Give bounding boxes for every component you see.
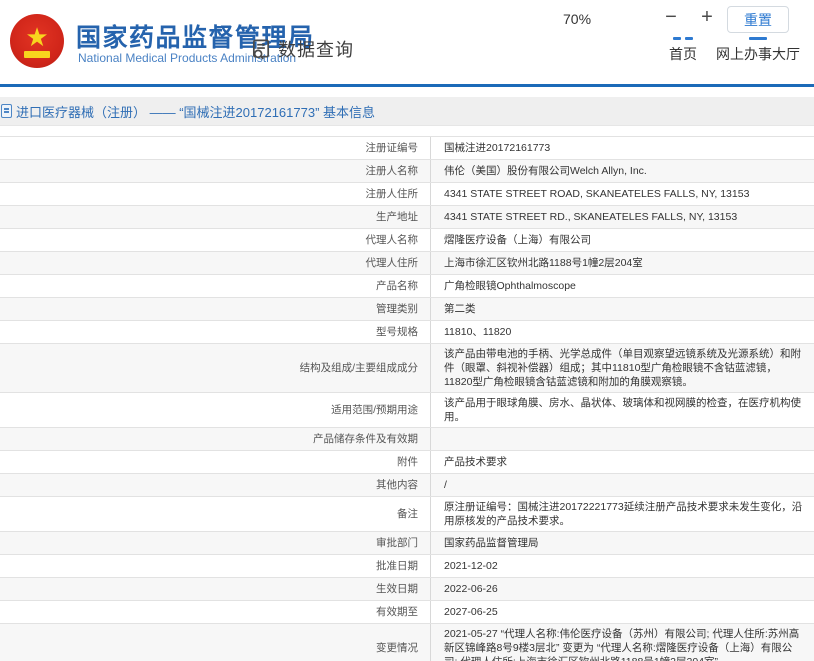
row-value: 4341 STATE STREET ROAD, SKANEATELES FALL… xyxy=(430,183,814,205)
national-emblem-icon: ★ xyxy=(10,14,64,68)
info-table: 注册证编号国械注进20172161773注册人名称伟伦（美国）股份有限公司Wel… xyxy=(0,136,814,661)
row-label: 代理人住所 xyxy=(0,252,430,274)
home-icon xyxy=(660,36,706,41)
table-row: 有效期至2027-06-25 xyxy=(0,601,814,624)
row-value: 原注册证编号：国械注进20172221773延续注册产品技术要求未发生变化，沿用… xyxy=(430,497,814,531)
row-value: 熠隆医疗设备（上海）有限公司 xyxy=(430,229,814,251)
document-icon xyxy=(1,104,12,118)
row-label: 产品名称 xyxy=(0,275,430,297)
table-row: 结构及组成/主要组成成分该产品由带电池的手柄、光学总成件（单目观察望远镜系统及光… xyxy=(0,344,814,393)
row-label: 批准日期 xyxy=(0,555,430,577)
row-value: 伟伦（美国）股份有限公司Welch Allyn, Inc. xyxy=(430,160,814,182)
service-hall-icon xyxy=(708,36,808,41)
nav-home[interactable]: 首页 xyxy=(660,36,706,64)
row-value: 2021-05-27 “代理人名称:伟伦医疗设备（苏州）有限公司; 代理人住所:… xyxy=(430,624,814,661)
breadcrumb: 进口医疗器械（注册） —— “国械注进20172161773” 基本信息 xyxy=(0,97,814,126)
row-label: 结构及组成/主要组成成分 xyxy=(0,344,430,392)
row-value: / xyxy=(430,474,814,496)
reset-button[interactable]: 重置 xyxy=(727,6,789,33)
breadcrumb-text: 进口医疗器械（注册） —— “国械注进20172161773” 基本信息 xyxy=(16,102,375,121)
table-row: 备注原注册证编号：国械注进20172221773延续注册产品技术要求未发生变化，… xyxy=(0,497,814,532)
table-row: 生效日期2022-06-26 xyxy=(0,578,814,601)
table-row: 生产地址4341 STATE STREET RD., SKANEATELES F… xyxy=(0,206,814,229)
table-row: 适用范围/预期用途该产品用于眼球角膜、房水、晶状体、玻璃体和视网膜的检查，在医疗… xyxy=(0,393,814,428)
row-label: 有效期至 xyxy=(0,601,430,623)
row-label: 适用范围/预期用途 xyxy=(0,393,430,427)
row-label: 管理类别 xyxy=(0,298,430,320)
row-value: 该产品用于眼球角膜、房水、晶状体、玻璃体和视网膜的检查，在医疗机构使用。 xyxy=(430,393,814,427)
nav-service-hall[interactable]: 网上办事大厅 xyxy=(708,36,808,64)
row-label: 注册证编号 xyxy=(0,137,430,159)
row-label: 产品储存条件及有效期 xyxy=(0,428,430,450)
row-value: 国械注进20172161773 xyxy=(430,137,814,159)
row-label: 注册人住所 xyxy=(0,183,430,205)
zoom-out-button[interactable]: − xyxy=(658,4,684,30)
data-query-section: 数据查询 xyxy=(250,36,354,62)
table-row: 型号规格11810、11820 xyxy=(0,321,814,344)
row-value: 产品技术要求 xyxy=(430,451,814,473)
row-label: 代理人名称 xyxy=(0,229,430,251)
row-label: 注册人名称 xyxy=(0,160,430,182)
row-label: 备注 xyxy=(0,497,430,531)
row-label: 变更情况 xyxy=(0,624,430,661)
row-label: 生产地址 xyxy=(0,206,430,228)
table-row: 注册人住所4341 STATE STREET ROAD, SKANEATELES… xyxy=(0,183,814,206)
table-row: 代理人住所上海市徐汇区钦州北路1188号1幢2层204室 xyxy=(0,252,814,275)
table-row: 注册证编号国械注进20172161773 xyxy=(0,137,814,160)
table-row: 批准日期2021-12-02 xyxy=(0,555,814,578)
header-divider xyxy=(0,84,814,87)
row-label: 生效日期 xyxy=(0,578,430,600)
row-value: 国家药品监督管理局 xyxy=(430,532,814,554)
row-label: 审批部门 xyxy=(0,532,430,554)
table-row: 产品名称广角检眼镜Ophthalmoscope xyxy=(0,275,814,298)
row-value: 第二类 xyxy=(430,298,814,320)
row-label: 附件 xyxy=(0,451,430,473)
data-query-label: 数据查询 xyxy=(278,36,354,62)
row-value: 4341 STATE STREET RD., SKANEATELES FALLS… xyxy=(430,206,814,228)
row-label: 其他内容 xyxy=(0,474,430,496)
table-row: 代理人名称熠隆医疗设备（上海）有限公司 xyxy=(0,229,814,252)
table-row: 管理类别第二类 xyxy=(0,298,814,321)
row-value: 2021-12-02 xyxy=(430,555,814,577)
zoom-in-button[interactable]: + xyxy=(694,4,720,30)
zoom-level: 70% xyxy=(563,11,591,27)
table-row: 产品储存条件及有效期 xyxy=(0,428,814,451)
row-value xyxy=(430,428,814,450)
row-value: 上海市徐汇区钦州北路1188号1幢2层204室 xyxy=(430,252,814,274)
document-search-icon xyxy=(250,38,273,61)
header: ★ 国家药品监督管理局 National Medical Products Ad… xyxy=(0,0,814,84)
table-row: 注册人名称伟伦（美国）股份有限公司Welch Allyn, Inc. xyxy=(0,160,814,183)
page: ★ 国家药品监督管理局 National Medical Products Ad… xyxy=(0,0,814,661)
table-row: 其他内容/ xyxy=(0,474,814,497)
table-row: 审批部门国家药品监督管理局 xyxy=(0,532,814,555)
row-value: 广角检眼镜Ophthalmoscope xyxy=(430,275,814,297)
row-value: 该产品由带电池的手柄、光学总成件（单目观察望远镜系统及光源系统）和附件（眼罩、斜… xyxy=(430,344,814,392)
table-row: 附件产品技术要求 xyxy=(0,451,814,474)
table-row: 变更情况2021-05-27 “代理人名称:伟伦医疗设备（苏州）有限公司; 代理… xyxy=(0,624,814,661)
row-value: 2027-06-25 xyxy=(430,601,814,623)
nav-home-label: 首页 xyxy=(669,46,697,62)
row-value: 11810、11820 xyxy=(430,321,814,343)
row-value: 2022-06-26 xyxy=(430,578,814,600)
nav-service-hall-label: 网上办事大厅 xyxy=(716,46,800,62)
row-label: 型号规格 xyxy=(0,321,430,343)
